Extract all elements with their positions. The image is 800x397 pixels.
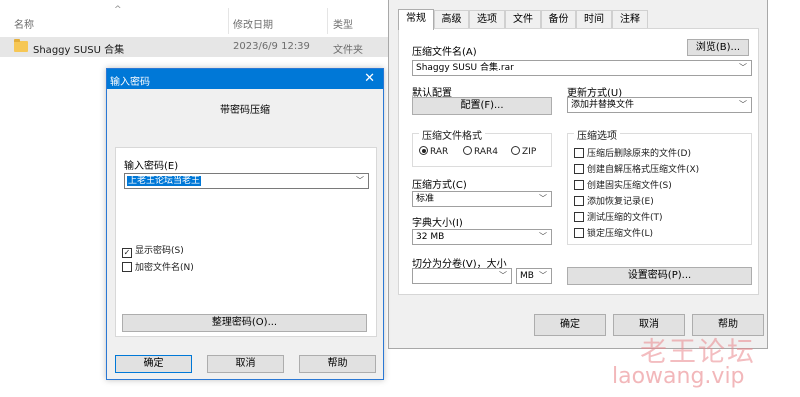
radio-icon	[463, 146, 472, 155]
format-rar-radio[interactable]: RAR	[419, 146, 448, 157]
tab-advanced[interactable]: 高级	[434, 10, 469, 29]
dictionary-size-label: 字典大小(I)	[412, 218, 463, 229]
explorer-column-header: ^ 名称 修改日期 类型	[0, 0, 390, 36]
checkbox-icon	[574, 148, 584, 158]
show-password-checkbox[interactable]: ✓ 显示密码(S)	[122, 243, 184, 258]
archive-name-combo[interactable]: Shaggy SUSU 合集.rar ﹀	[412, 60, 752, 76]
chevron-down-icon: ﹀	[539, 232, 547, 241]
checkbox-icon	[122, 262, 132, 272]
archive-name-label: 压缩文件名(A)	[412, 47, 477, 58]
file-date: 2023/6/9 12:39	[233, 41, 310, 52]
column-date[interactable]: 修改日期	[233, 16, 273, 31]
chevron-down-icon: ﹀	[539, 271, 547, 280]
password-dialog-title: 输入密码	[110, 77, 150, 88]
tab-comment[interactable]: 注释	[612, 10, 648, 29]
password-panel: 输入密码(E) 上老王论坛当老王 ﹀ ✓ 显示密码(S) 加密文件名(N) 整理密…	[115, 147, 377, 337]
column-name[interactable]: 名称	[14, 16, 34, 31]
archive-name-value: Shaggy SUSU 合集.rar	[416, 63, 514, 73]
password-value: 上老王论坛当老王	[127, 176, 202, 186]
password-ok-button[interactable]: 确定	[115, 355, 192, 373]
password-dialog: 输入密码 ✕ 带密码压缩 输入密码(E) 上老王论坛当老王 ﹀ ✓ 显示密码(S)…	[106, 68, 384, 380]
archive-format-group: 压缩文件格式 RAR RAR4 ZIP	[412, 127, 552, 167]
chevron-down-icon: ﹀	[499, 271, 507, 280]
tab-options[interactable]: 选项	[469, 10, 505, 29]
test-files-checkbox[interactable]: 测试压缩的文件(T)	[574, 210, 663, 223]
watermark-url: laowang.vip	[612, 364, 745, 389]
checkbox-icon	[574, 180, 584, 190]
folder-icon	[14, 39, 28, 52]
archive-settings-dialog: 常规 高级 选项 文件 备份 时间 注释 压缩文件名(A) 浏览(B)... S…	[388, 0, 768, 349]
update-mode-select[interactable]: 添加并替换文件 ﹀	[567, 97, 752, 113]
password-heading: 带密码压缩	[220, 105, 270, 116]
close-icon[interactable]: ✕	[364, 71, 375, 86]
profiles-button[interactable]: 配置(F)...	[412, 97, 552, 115]
ok-button[interactable]: 确定	[534, 314, 606, 336]
general-tab-panel: 压缩文件名(A) 浏览(B)... Shaggy SUSU 合集.rar ﹀ 默…	[398, 28, 759, 295]
checkbox-icon	[574, 228, 584, 238]
lock-archive-checkbox[interactable]: 锁定压缩文件(L)	[574, 226, 653, 239]
radio-icon	[511, 146, 520, 155]
chevron-down-icon: ﹀	[739, 100, 747, 109]
checkbox-icon	[574, 212, 584, 222]
set-password-button[interactable]: 设置密码(P)...	[567, 267, 752, 285]
chevron-down-icon: ﹀	[539, 194, 547, 203]
chevron-down-icon: ﹀	[739, 63, 747, 72]
sfx-checkbox[interactable]: 创建自解压格式压缩文件(X)	[574, 162, 699, 175]
archive-format-title: 压缩文件格式	[419, 127, 485, 142]
compression-method-value: 标准	[416, 194, 435, 204]
column-divider	[228, 8, 229, 34]
solid-checkbox[interactable]: 创建固实压缩文件(S)	[574, 178, 672, 191]
password-dialog-body: 带密码压缩 输入密码(E) 上老王论坛当老王 ﹀ ✓ 显示密码(S) 加密文件名(…	[107, 89, 383, 379]
tab-files[interactable]: 文件	[505, 10, 541, 29]
radio-selected-icon	[419, 146, 428, 155]
update-mode-value: 添加并替换文件	[571, 100, 635, 110]
dictionary-size-select[interactable]: 32 MB ﹀	[412, 229, 552, 245]
chevron-down-icon: ﹀	[356, 176, 364, 185]
checkbox-icon	[574, 164, 584, 174]
delete-after-checkbox[interactable]: 压缩后删除原来的文件(D)	[574, 146, 691, 159]
dictionary-size-value: 32 MB	[416, 232, 445, 242]
format-zip-radio[interactable]: ZIP	[511, 146, 536, 157]
split-size-input[interactable]: ﹀	[412, 268, 512, 284]
compression-method-label: 压缩方式(C)	[412, 180, 467, 191]
recovery-record-checkbox[interactable]: 添加恢复记录(E)	[574, 194, 654, 207]
encrypt-file-names-checkbox[interactable]: 加密文件名(N)	[122, 260, 194, 273]
compression-method-select[interactable]: 标准 ﹀	[412, 191, 552, 207]
tab-time[interactable]: 时间	[576, 10, 612, 29]
archive-options-group: 压缩选项 压缩后删除原来的文件(D) 创建自解压格式压缩文件(X) 创建固实压缩…	[567, 127, 752, 245]
password-dialog-titlebar[interactable]: 输入密码 ✕	[107, 69, 383, 89]
format-rar4-radio[interactable]: RAR4	[463, 146, 498, 157]
organize-passwords-button[interactable]: 整理密码(O)...	[122, 314, 367, 332]
split-unit-value: MB	[520, 271, 534, 281]
tab-backup[interactable]: 备份	[541, 10, 576, 29]
tab-general[interactable]: 常规	[398, 9, 434, 30]
file-name: Shaggy SUSU 合集	[33, 45, 125, 56]
checkbox-icon	[574, 196, 584, 206]
password-input-label: 输入密码(E)	[124, 161, 179, 172]
checkmark-icon: ✓	[122, 248, 132, 258]
column-divider	[327, 8, 328, 34]
password-cancel-button[interactable]: 取消	[207, 355, 284, 373]
file-type: 文件夹	[333, 45, 363, 56]
password-input[interactable]: 上老王论坛当老王 ﹀	[124, 173, 369, 189]
browse-button[interactable]: 浏览(B)...	[687, 39, 749, 56]
sort-arrow-icon: ^	[114, 5, 122, 15]
column-type[interactable]: 类型	[333, 16, 353, 31]
split-unit-select[interactable]: MB ﹀	[516, 268, 552, 284]
archive-options-title: 压缩选项	[574, 127, 620, 142]
password-help-button[interactable]: 帮助	[299, 355, 376, 373]
